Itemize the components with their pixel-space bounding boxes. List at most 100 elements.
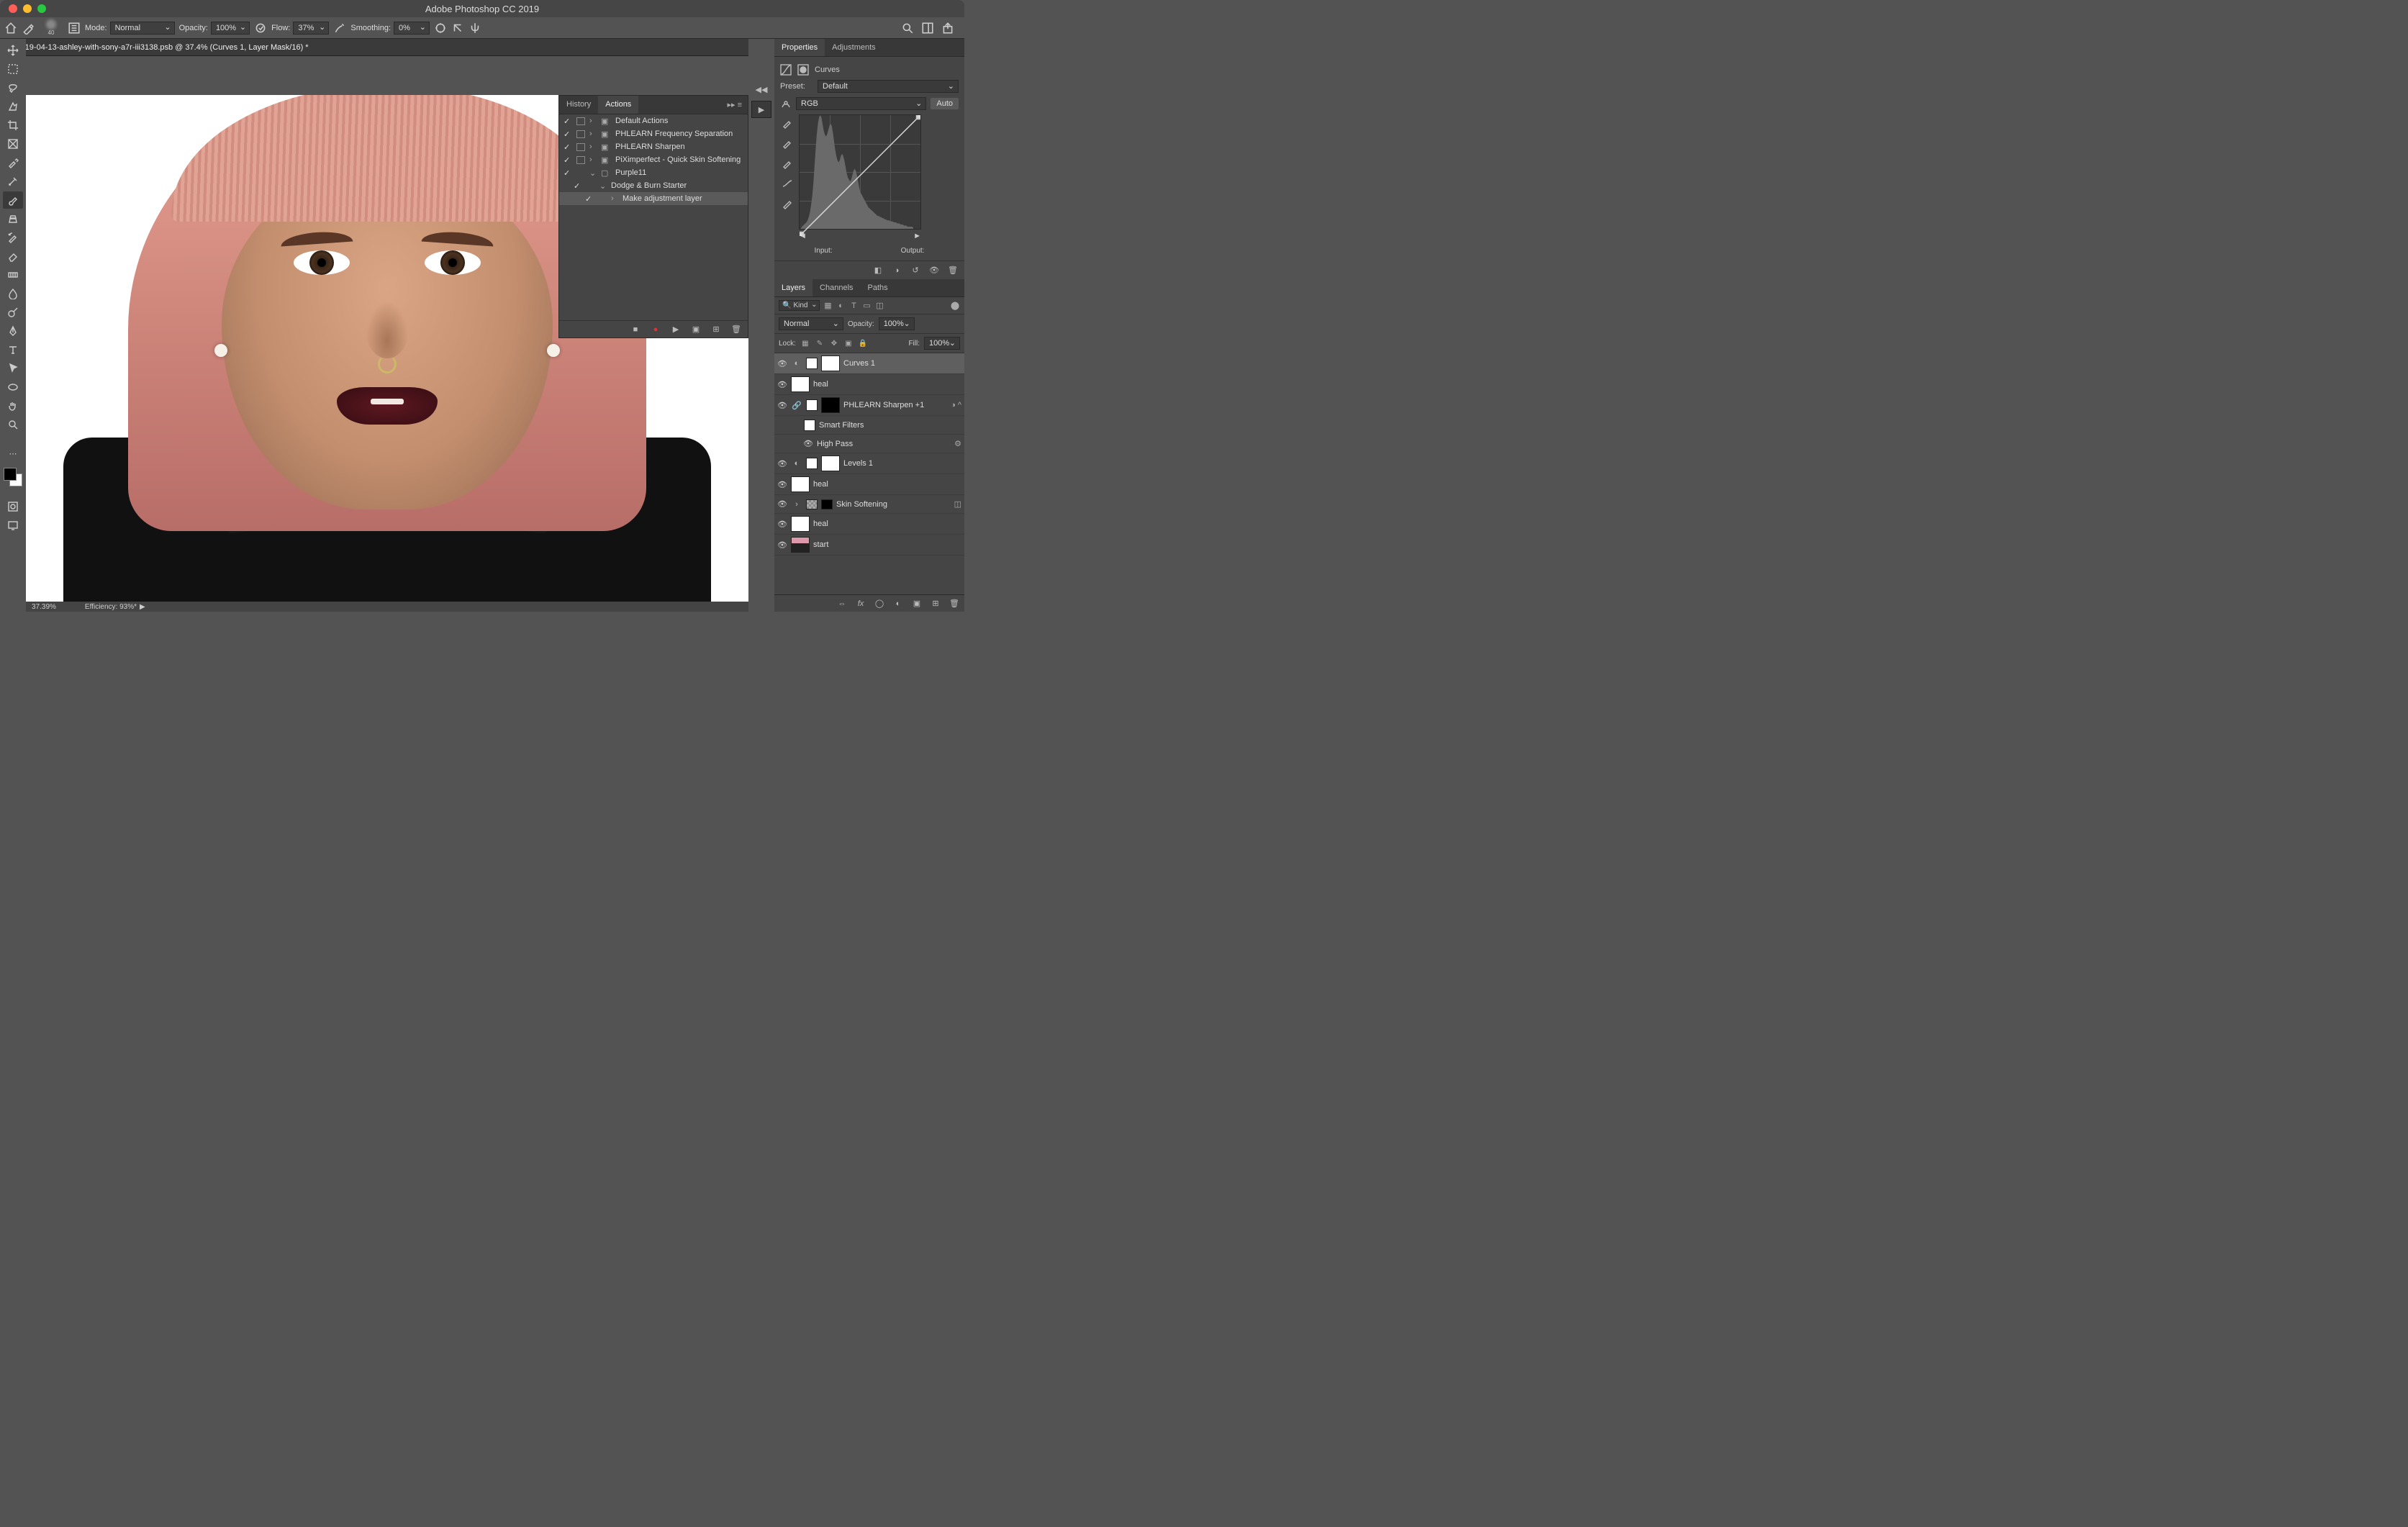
fill-dropdown[interactable]: 100% (924, 337, 960, 350)
filter-pixel-icon[interactable]: ▦ (823, 301, 833, 311)
marquee-tool[interactable] (3, 60, 23, 78)
layer-row[interactable]: Smart Filters (774, 416, 964, 435)
flow-dropdown[interactable]: 37% (293, 22, 329, 35)
clone-stamp-tool[interactable] (3, 210, 23, 227)
auto-button[interactable]: Auto (931, 98, 959, 109)
layer-row[interactable]: 👁start (774, 535, 964, 556)
new-adjustment-button[interactable]: ◐ (892, 598, 904, 610)
visibility-toggle[interactable]: 👁 (803, 439, 813, 448)
layer-thumb[interactable] (791, 516, 810, 532)
layer-row[interactable]: 👁🔗PHLEARN Sharpen +1◑ ^ (774, 395, 964, 416)
tab-paths[interactable]: Paths (861, 279, 895, 296)
quick-select-tool[interactable] (3, 98, 23, 115)
layer-row[interactable]: 👁heal (774, 374, 964, 395)
opacity-dropdown[interactable]: 100% (211, 22, 250, 35)
workspace-button[interactable] (921, 22, 934, 35)
lock-pixels-button[interactable]: ✎ (815, 338, 825, 348)
brush-settings-button[interactable] (68, 22, 81, 35)
healing-brush-tool[interactable] (3, 173, 23, 190)
tab-adjustments[interactable]: Adjustments (825, 39, 883, 56)
new-group-button[interactable]: ▣ (911, 598, 923, 610)
blur-tool[interactable] (3, 285, 23, 302)
layer-thumb[interactable] (791, 376, 810, 392)
white-point-eyedropper[interactable] (782, 158, 793, 169)
new-layer-button[interactable]: ⊞ (930, 598, 941, 610)
toggle-visibility-button[interactable]: 👁 (928, 265, 940, 276)
brush-angle-button[interactable] (451, 22, 464, 35)
layer-row[interactable]: 👁heal (774, 514, 964, 535)
frame-tool[interactable] (3, 135, 23, 153)
eyedropper-tool[interactable] (3, 154, 23, 171)
view-previous-button[interactable]: ◑ (891, 265, 902, 276)
gradient-tool[interactable] (3, 266, 23, 284)
action-set-row[interactable]: ✓⌄▢Purple11 (559, 166, 748, 179)
layer-row[interactable]: 👁heal (774, 474, 964, 495)
search-button[interactable] (901, 22, 914, 35)
visibility-toggle[interactable]: 👁 (777, 520, 787, 529)
new-set-button[interactable]: ▣ (690, 324, 702, 335)
lock-transparency-button[interactable]: ▦ (800, 338, 810, 348)
layer-blend-dropdown[interactable]: Normal (779, 317, 843, 330)
visibility-toggle[interactable]: 👁 (777, 380, 787, 389)
layer-opacity-dropdown[interactable]: 100% (879, 317, 915, 330)
zoom-tool[interactable] (3, 416, 23, 433)
status-info[interactable]: Efficiency: 93%*▶ (85, 603, 145, 611)
clip-to-layer-button[interactable]: ◧ (872, 265, 884, 276)
screen-mode-button[interactable] (3, 517, 23, 534)
smoothing-options-button[interactable] (434, 22, 447, 35)
new-action-button[interactable]: ⊞ (710, 324, 722, 335)
tab-properties[interactable]: Properties (774, 39, 825, 56)
filter-shape-icon[interactable]: ▭ (861, 301, 872, 311)
tab-channels[interactable]: Channels (813, 279, 860, 296)
symmetry-button[interactable] (469, 22, 481, 35)
action-row[interactable]: ✓⌄Dodge & Burn Starter (559, 179, 748, 192)
edit-toolbar-button[interactable]: ⋯ (3, 445, 23, 462)
history-brush-tool[interactable] (3, 229, 23, 246)
delete-action-button[interactable]: 🗑 (730, 324, 742, 335)
mask-icon[interactable] (797, 64, 809, 76)
filter-toggle[interactable]: ⬤ (950, 301, 960, 311)
airbrush-button[interactable] (333, 22, 346, 35)
smart-thumb[interactable] (821, 397, 840, 413)
action-set-row[interactable]: ✓›▣PiXimperfect - Quick Skin Softening (559, 153, 748, 166)
visibility-toggle[interactable]: 👁 (777, 540, 787, 550)
tab-history[interactable]: History (559, 96, 598, 114)
color-swatches[interactable] (4, 468, 22, 486)
link-layers-button[interactable]: ⇔ (836, 598, 848, 610)
delete-layer-button[interactable]: 🗑 (949, 598, 960, 610)
dodge-tool[interactable] (3, 304, 23, 321)
action-set-row[interactable]: ✓›▣PHLEARN Frequency Separation (559, 127, 748, 140)
action-set-row[interactable]: ✓›▣Default Actions (559, 114, 748, 127)
curves-graph[interactable] (799, 114, 921, 230)
collapse-panel-button[interactable]: ▸▸ ≡ (721, 96, 748, 114)
targeted-adj-button[interactable] (780, 98, 792, 109)
lasso-tool[interactable] (3, 79, 23, 96)
layer-row[interactable]: 👁◐Curves 1 (774, 353, 964, 374)
play-button[interactable]: ▶ (670, 324, 682, 335)
shape-tool[interactable] (3, 379, 23, 396)
home-button[interactable] (4, 22, 17, 35)
play-action-button[interactable]: ▶ (751, 101, 771, 118)
lock-position-button[interactable]: ✥ (829, 338, 839, 348)
filter-type-icon[interactable]: T (848, 301, 859, 311)
layer-thumb[interactable] (791, 476, 810, 492)
mask-thumb[interactable] (821, 456, 840, 471)
zoom-level[interactable]: 37.39% (32, 603, 56, 611)
filter-adj-icon[interactable]: ◐ (836, 301, 846, 311)
type-tool[interactable] (3, 341, 23, 358)
visibility-toggle[interactable]: 👁 (777, 499, 787, 509)
record-button[interactable]: ● (650, 324, 661, 335)
filter-blending-button[interactable]: ⚙ (954, 439, 961, 448)
action-set-row[interactable]: ✓›▣PHLEARN Sharpen (559, 140, 748, 153)
reset-button[interactable]: ↺ (910, 265, 921, 276)
visibility-toggle[interactable]: 👁 (777, 359, 787, 368)
filter-smart-icon[interactable]: ◫ (874, 301, 884, 311)
gray-point-eyedropper[interactable] (782, 137, 793, 149)
layer-fx-button[interactable]: fx (855, 598, 866, 610)
preset-dropdown[interactable]: Default (818, 80, 959, 93)
path-select-tool[interactable] (3, 360, 23, 377)
tab-actions[interactable]: Actions (598, 96, 638, 114)
tab-layers[interactable]: Layers (774, 279, 813, 296)
lock-artboard-button[interactable]: ▣ (843, 338, 854, 348)
tool-preset-picker[interactable] (22, 22, 35, 35)
